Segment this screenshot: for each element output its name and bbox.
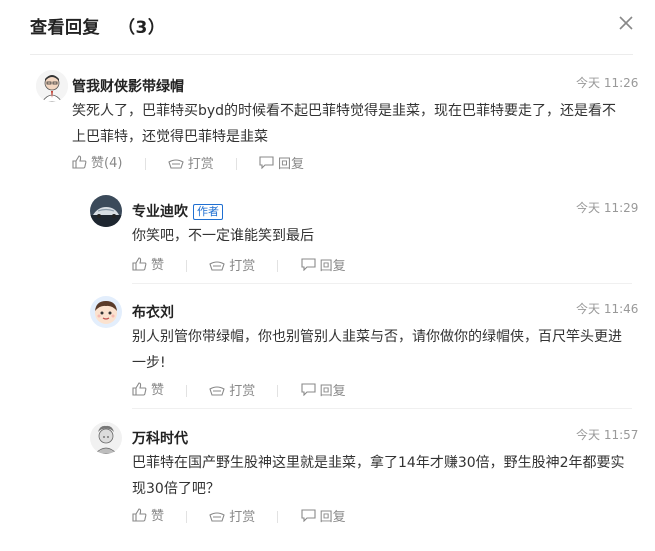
avatar[interactable] xyxy=(90,422,122,454)
avatar-image xyxy=(90,422,122,454)
reply-actions: 赞 打赏 回复 xyxy=(132,254,364,274)
reply-author[interactable]: 布衣刘 xyxy=(132,302,174,322)
thumbs-up-icon xyxy=(72,154,87,169)
tip-label: 打赏 xyxy=(187,157,214,172)
reply-label: 回复 xyxy=(319,509,346,525)
tip-label: 打赏 xyxy=(229,384,256,399)
dialog-title: 查看回复 （3） xyxy=(30,13,165,38)
reply-button[interactable]: 回复 xyxy=(301,255,346,274)
reply-text: 你笑吧，不一定谁能笑到最后 xyxy=(132,228,314,244)
author-badge: 作者 xyxy=(193,204,223,220)
avatar[interactable] xyxy=(90,296,122,328)
comment-icon xyxy=(259,155,274,169)
reply-author[interactable]: 万科时代 xyxy=(132,428,188,448)
close-button[interactable] xyxy=(617,14,635,32)
comment-text: 笑死人了，巴菲特买byd的时候看不起巴菲特觉得是韭菜，现在巴菲特要走了，还是看不… xyxy=(72,103,617,145)
avatar-image xyxy=(90,296,122,328)
reply-item: 万科时代 今天 11:57 巴菲特在国产野生股神这里就是韭菜，拿了14年才赚30… xyxy=(90,422,639,532)
reply-actions: 赞 打赏 回复 xyxy=(132,505,364,525)
like-button[interactable]: 赞(4) xyxy=(72,152,122,171)
tip-icon xyxy=(209,260,225,271)
avatar-image xyxy=(36,70,68,102)
dialog-header: 查看回复 （3） xyxy=(0,0,655,54)
reply-time: 今天 11:46 xyxy=(576,302,639,316)
like-label: 赞(4) xyxy=(91,156,123,171)
like-button[interactable]: 赞 xyxy=(132,505,164,524)
action-separator xyxy=(277,384,279,397)
avatar-image xyxy=(90,195,122,227)
comment-actions: 赞(4) 打赏 回复 xyxy=(72,152,322,172)
like-button[interactable]: 赞 xyxy=(132,379,164,398)
tip-icon xyxy=(209,511,225,522)
reply-text: 别人别管你带绿帽，你也别管别人韭菜与否，请你做你的绿帽侠，百尺竿头更进一步! xyxy=(132,329,622,371)
action-separator xyxy=(144,157,146,170)
comment-time: 今天 11:26 xyxy=(576,76,639,90)
thumbs-up-icon xyxy=(132,507,147,522)
reply-divider xyxy=(132,283,632,284)
like-label: 赞 xyxy=(151,509,165,524)
reply-author[interactable]: 专业迪吹 作者 xyxy=(132,201,223,221)
comment-icon xyxy=(301,382,316,396)
reply-text: 巴菲特在国产野生股神这里就是韭菜，拿了14年才赚30倍，野生股神2年都要实现30… xyxy=(132,455,625,497)
reply-divider xyxy=(132,408,632,409)
action-separator xyxy=(186,510,188,523)
like-button[interactable]: 赞 xyxy=(132,254,164,273)
tip-button[interactable]: 打赏 xyxy=(209,380,255,399)
action-separator xyxy=(277,259,279,272)
reply-item: 专业迪吹 作者 今天 11:29 你笑吧，不一定谁能笑到最后 赞 打赏 回复 xyxy=(90,195,639,275)
tip-label: 打赏 xyxy=(229,259,256,274)
main-comment: 管我财侠影带绿帽 今天 11:26 笑死人了，巴菲特买byd的时候看不起巴菲特觉… xyxy=(36,70,639,180)
reply-label: 回复 xyxy=(319,258,346,274)
reply-author-name: 专业迪吹 xyxy=(132,204,188,220)
tip-button[interactable]: 打赏 xyxy=(209,506,255,525)
action-separator xyxy=(277,510,279,523)
avatar[interactable] xyxy=(36,70,68,102)
like-label: 赞 xyxy=(151,258,165,273)
tip-button[interactable]: 打赏 xyxy=(168,153,214,172)
reply-actions: 赞 打赏 回复 xyxy=(132,379,364,399)
thumbs-up-icon xyxy=(132,381,147,396)
header-divider xyxy=(30,54,633,55)
tip-icon xyxy=(168,158,184,169)
reply-label: 回复 xyxy=(319,383,346,399)
reply-count: （3） xyxy=(118,18,166,38)
avatar[interactable] xyxy=(90,195,122,227)
reply-time: 今天 11:57 xyxy=(576,428,639,442)
tip-icon xyxy=(209,385,225,396)
thumbs-up-icon xyxy=(132,256,147,271)
action-separator xyxy=(235,157,237,170)
reply-button[interactable]: 回复 xyxy=(301,380,346,399)
comment-icon xyxy=(301,508,316,522)
reply-button[interactable]: 回复 xyxy=(259,153,304,172)
reply-item: 布衣刘 今天 11:46 别人别管你带绿帽，你也别管别人韭菜与否，请你做你的绿帽… xyxy=(90,296,639,406)
action-separator xyxy=(186,384,188,397)
close-icon xyxy=(619,16,633,30)
comment-author[interactable]: 管我财侠影带绿帽 xyxy=(72,76,184,96)
like-label: 赞 xyxy=(151,383,165,398)
reply-button[interactable]: 回复 xyxy=(301,506,346,525)
dialog-title-text: 查看回复 xyxy=(30,18,100,38)
reply-label: 回复 xyxy=(278,156,305,172)
tip-button[interactable]: 打赏 xyxy=(209,255,255,274)
tip-label: 打赏 xyxy=(229,510,256,525)
reply-time: 今天 11:29 xyxy=(576,201,639,215)
comment-icon xyxy=(301,257,316,271)
action-separator xyxy=(186,259,188,272)
